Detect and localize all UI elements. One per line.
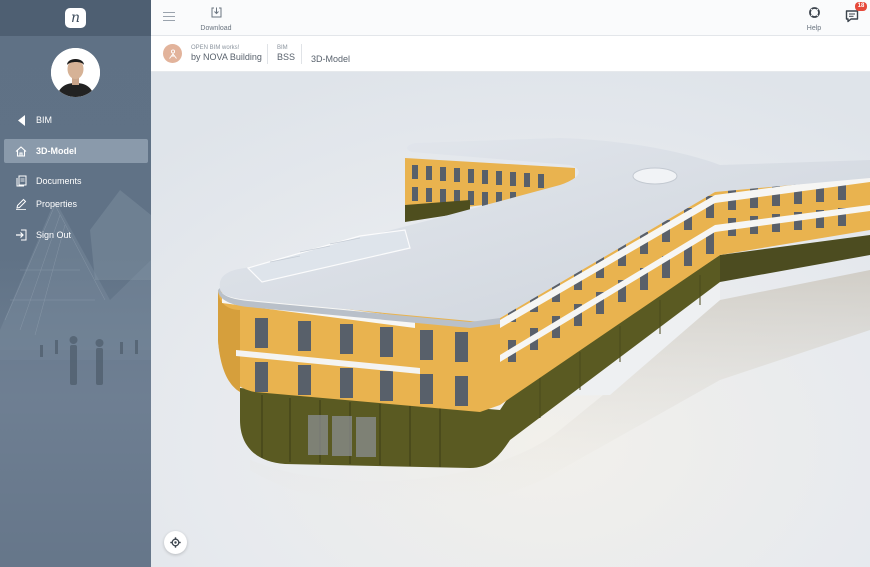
sidebar-item-label: Sign Out	[36, 230, 72, 240]
download-label: Download	[200, 25, 232, 32]
gear-icon	[170, 537, 181, 548]
sidebar-item-bim[interactable]: BIM	[4, 108, 148, 132]
top-toolbar: Download Help 18	[151, 0, 870, 36]
breadcrumb-project[interactable]: OPEN BIM works! by NOVA Building	[191, 45, 262, 62]
sidebar: n BIM 3D-Model Documents Properties Sign…	[0, 0, 151, 567]
building-3d-model[interactable]	[151, 72, 870, 567]
sidebar-item-label: BIM	[36, 115, 53, 125]
breadcrumb-divider	[267, 44, 268, 64]
section-name: BSS	[277, 52, 296, 62]
messages-button[interactable]	[845, 9, 859, 23]
sidebar-item-label: Documents	[36, 176, 82, 186]
sidebar-item-label: 3D-Model	[36, 146, 77, 156]
page-title: 3D-Model	[311, 54, 351, 64]
sign-out-icon	[14, 228, 28, 242]
user-portrait-icon	[51, 48, 100, 97]
project-name: by NOVA Building	[191, 52, 262, 62]
section-caption: BIM	[277, 45, 288, 51]
breadcrumb-divider	[301, 44, 302, 64]
download-icon	[211, 7, 221, 18]
app-logo[interactable]: n	[65, 8, 86, 28]
sidebar-item-documents[interactable]: Documents	[4, 169, 148, 193]
notification-badge: 18	[855, 2, 867, 11]
sidebar-item-sign-out[interactable]: Sign Out	[4, 223, 148, 247]
help-button[interactable]: Help	[802, 5, 826, 32]
back-arrow-icon	[14, 113, 28, 127]
3d-model-viewer[interactable]	[151, 72, 870, 567]
breadcrumb-current: 3D-Model	[311, 53, 350, 64]
project-icon[interactable]	[163, 44, 182, 63]
breadcrumb-section[interactable]: BIM BSS	[277, 45, 295, 62]
hamburger-menu-icon[interactable]	[163, 12, 175, 22]
sidebar-item-label: Properties	[36, 199, 78, 209]
avatar[interactable]	[51, 48, 100, 97]
viewer-settings-button[interactable]	[164, 531, 187, 554]
help-label: Help	[806, 25, 822, 32]
sidebar-item-3d-model[interactable]: 3D-Model	[4, 139, 148, 163]
person-icon	[168, 48, 177, 59]
documents-icon	[14, 174, 28, 188]
logo-bar: n	[0, 0, 151, 36]
chat-bubble-icon	[845, 10, 859, 23]
home-icon	[14, 144, 28, 158]
help-lifebuoy-icon	[808, 7, 820, 18]
breadcrumb: OPEN BIM works! by NOVA Building BIM BSS…	[151, 36, 870, 72]
sidebar-item-properties[interactable]: Properties	[4, 192, 148, 216]
pencil-icon	[14, 197, 28, 211]
project-caption: OPEN BIM works!	[191, 45, 240, 51]
download-button[interactable]: Download	[198, 5, 234, 32]
